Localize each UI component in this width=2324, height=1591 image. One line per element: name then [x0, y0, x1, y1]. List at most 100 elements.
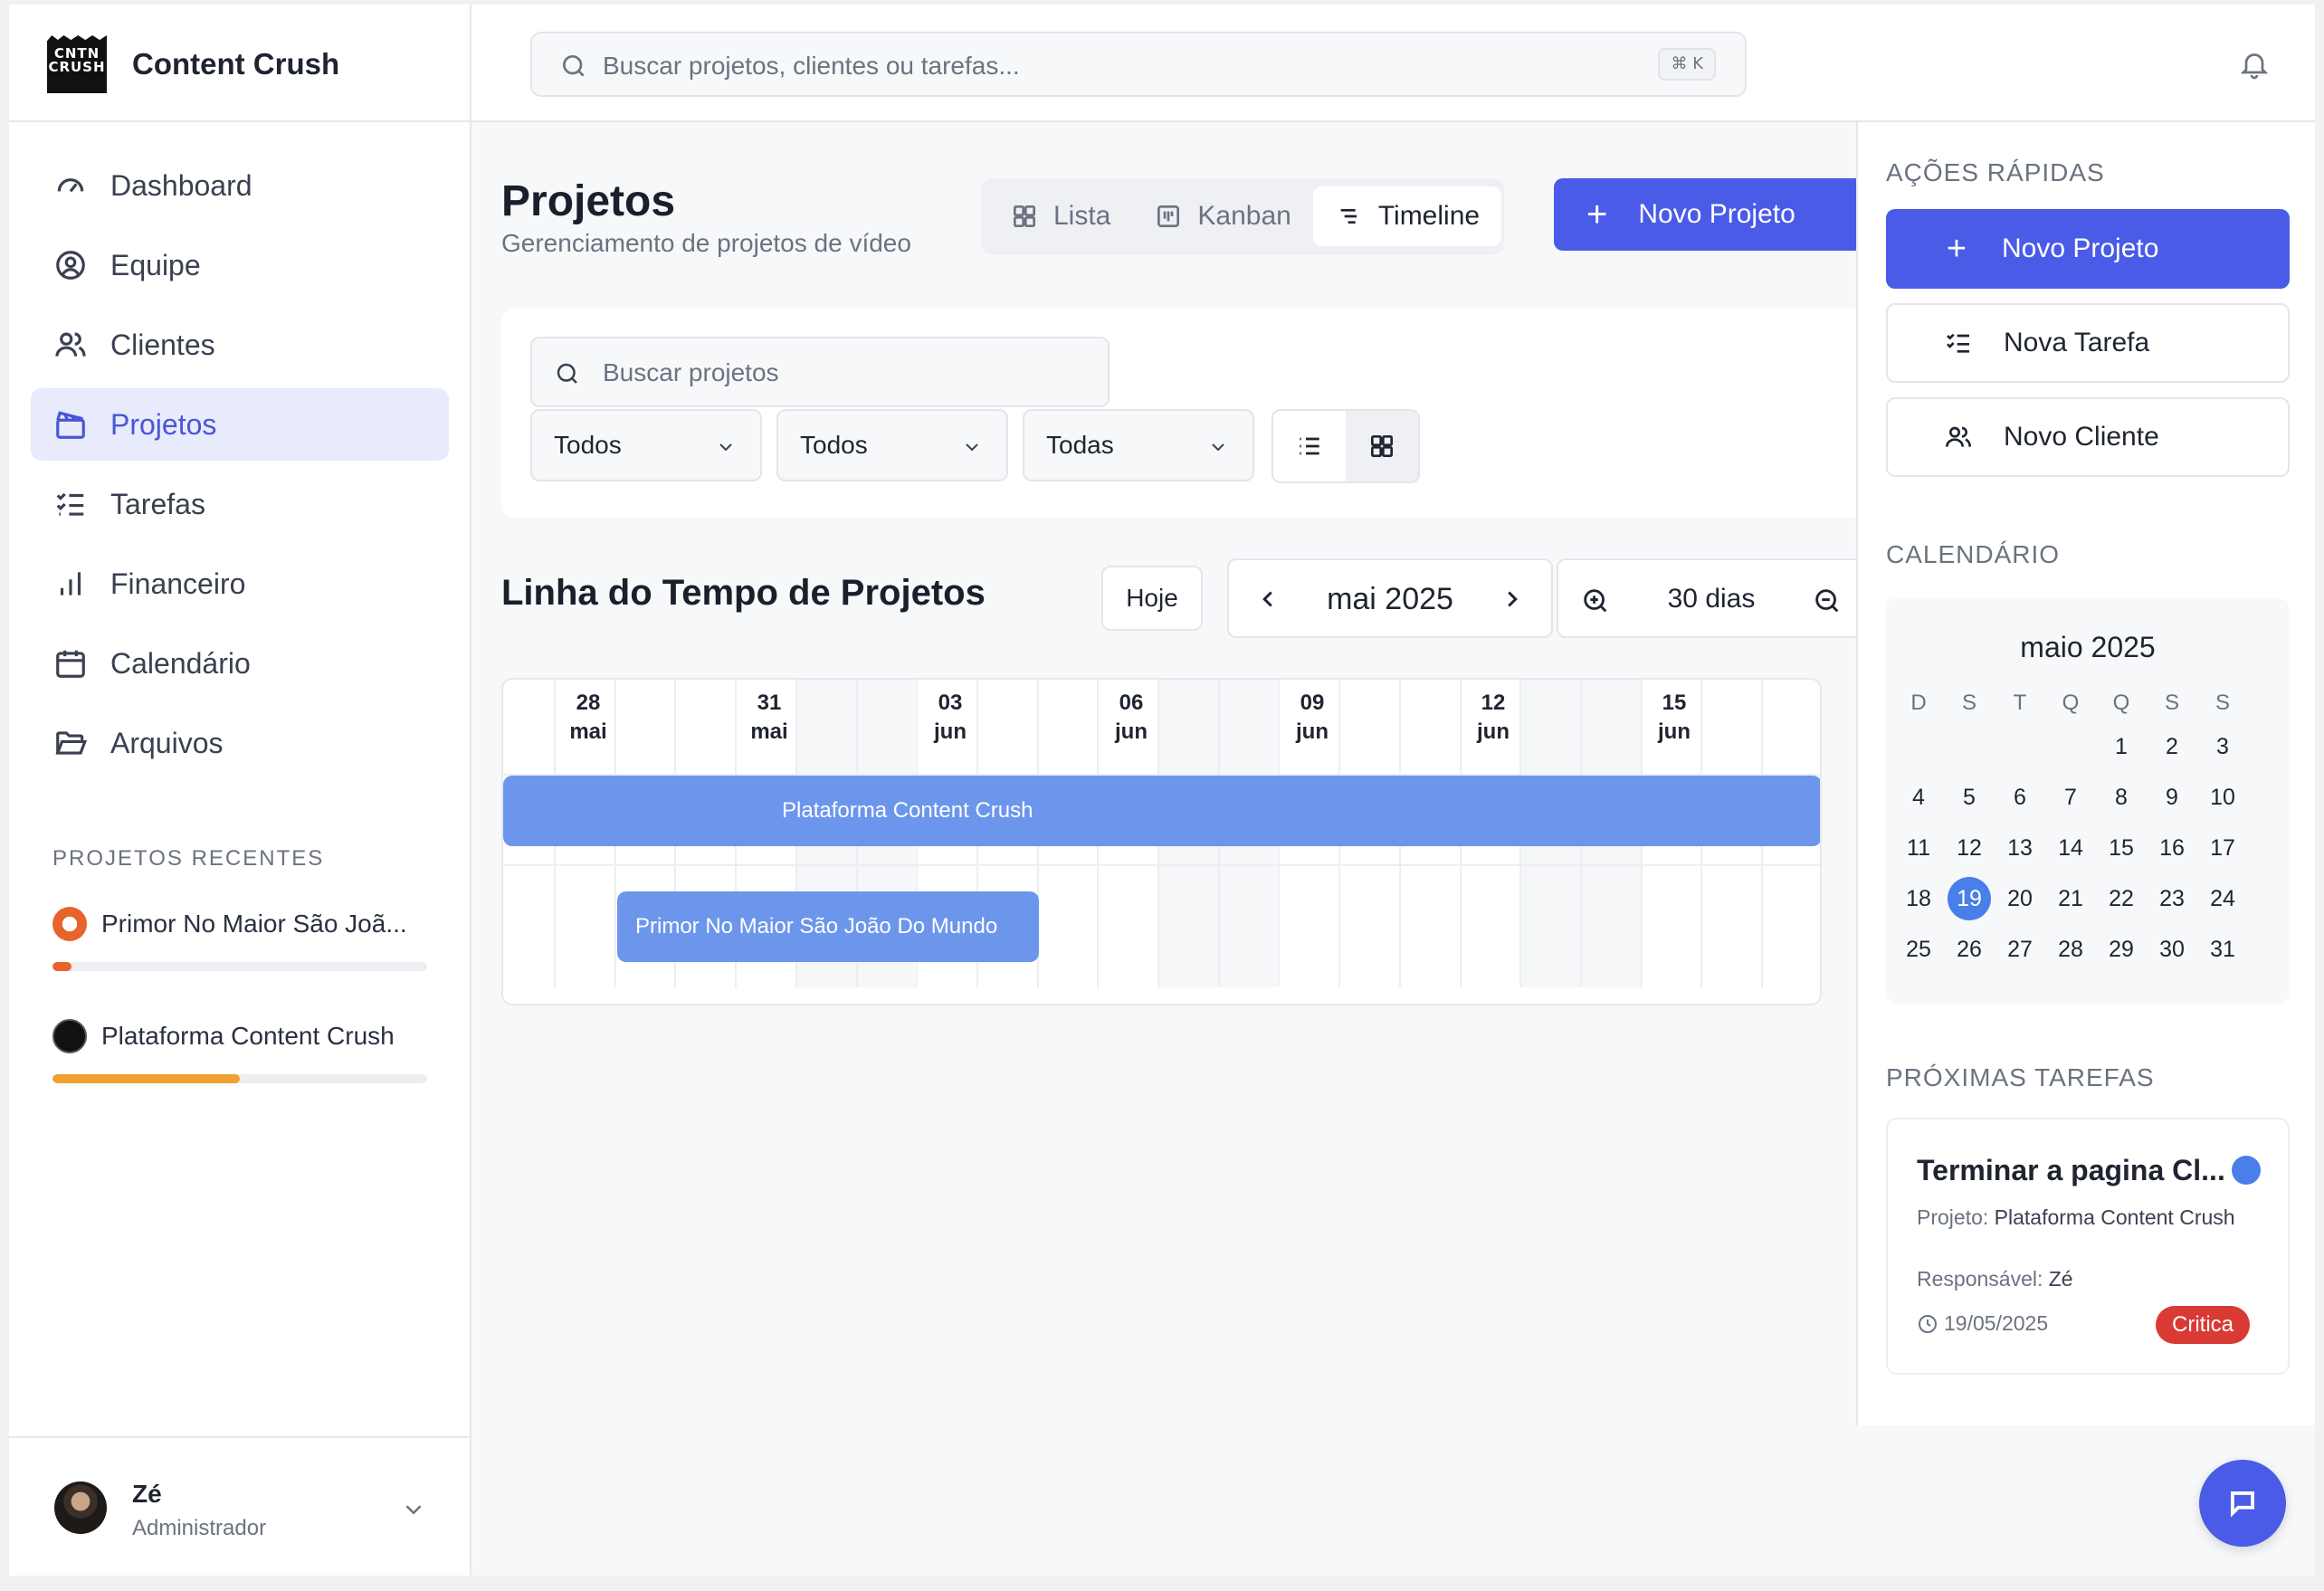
- task-card[interactable]: Terminar a pagina Cl... Projeto: Platafo…: [1886, 1118, 2290, 1375]
- shortcut-hint: ⌘ K: [1658, 48, 1716, 81]
- sidebar-item-financeiro[interactable]: Financeiro: [31, 548, 449, 620]
- weekday-label: Q: [2112, 691, 2130, 715]
- timeline-bar[interactable]: Plataforma Content Crush: [503, 776, 1820, 846]
- calendar-day[interactable]: 10: [2197, 772, 2248, 823]
- calendar-weekday-row: DSTQQSS: [1893, 685, 2273, 721]
- calendar-day[interactable]: 2: [2147, 721, 2197, 772]
- new-project-button[interactable]: + Novo Projeto: [1554, 178, 1865, 251]
- gauge-icon: [52, 167, 89, 204]
- search-input[interactable]: [603, 46, 1598, 86]
- weekday-label: Q: [2062, 691, 2080, 715]
- status-filter[interactable]: Todos: [530, 409, 762, 481]
- calendar-day-today[interactable]: 19: [1944, 873, 1995, 924]
- calendar-week-row: 18 19 20 21 22 23 24: [1893, 873, 2273, 924]
- quick-new-project-button[interactable]: + Novo Projeto: [1886, 209, 2290, 289]
- calendar-day[interactable]: 31: [2197, 924, 2248, 975]
- calendar-day[interactable]: 6: [1995, 772, 2045, 823]
- button-label: Novo Projeto: [1638, 199, 1795, 229]
- brand-logo[interactable]: CNTN CRUSH: [47, 35, 107, 93]
- chevron-down-icon: [966, 443, 978, 452]
- sidebar-item-dashboard[interactable]: Dashboard: [31, 149, 449, 222]
- calendar-day[interactable]: 11: [1893, 823, 1944, 873]
- sidebar-item-tarefas[interactable]: Tarefas: [31, 468, 449, 540]
- zoom-out-icon[interactable]: [1812, 586, 1843, 616]
- sidebar-item-calendario[interactable]: Calendário: [31, 627, 449, 700]
- tab-timeline[interactable]: Timeline: [1312, 186, 1502, 246]
- calendar-day[interactable]: 9: [2147, 772, 2197, 823]
- calendar-day[interactable]: 5: [1944, 772, 1995, 823]
- tab-kanban[interactable]: Kanban: [1132, 186, 1312, 246]
- calendar-day: [1944, 721, 1995, 772]
- bell-icon[interactable]: [2238, 48, 2271, 81]
- calendar-day[interactable]: 29: [2096, 924, 2147, 975]
- grid-icon: [1371, 435, 1393, 457]
- button-label: Nova Tarefa: [2004, 328, 2150, 357]
- project-search[interactable]: [530, 337, 1110, 407]
- sidebar-item-clientes[interactable]: Clientes: [31, 309, 449, 381]
- calendar-day[interactable]: 14: [2045, 823, 2096, 873]
- project-progress-bar: [52, 1074, 427, 1083]
- clapperboard-icon: [52, 406, 89, 443]
- chevron-down-icon: [719, 443, 732, 452]
- sidebar-item-arquivos[interactable]: Arquivos: [31, 707, 449, 779]
- timeline-bar[interactable]: Primor No Maior São João Do Mundo: [617, 891, 1039, 962]
- calendar-day[interactable]: 12: [1944, 823, 1995, 873]
- tab-label: Lista: [1053, 201, 1111, 231]
- calendar-day: [1995, 721, 2045, 772]
- user-profile[interactable]: Zé Administrador: [9, 1436, 470, 1576]
- client-filter[interactable]: Todos: [776, 409, 1008, 481]
- chat-button[interactable]: [2199, 1460, 2286, 1547]
- calendar-day[interactable]: 13: [1995, 823, 2045, 873]
- quick-new-task-button[interactable]: Nova Tarefa: [1886, 303, 2290, 383]
- weekday-label: T: [2013, 691, 2027, 715]
- chevron-down-icon: [1212, 443, 1224, 452]
- topbar: ⌘ K: [471, 5, 2315, 122]
- calendar-day[interactable]: 18: [1893, 873, 1944, 924]
- calendar-day[interactable]: 8: [2096, 772, 2147, 823]
- weekday-label: S: [2214, 691, 2230, 715]
- project-search-input[interactable]: [603, 353, 1073, 393]
- today-button[interactable]: Hoje: [1101, 566, 1203, 631]
- calendar-week-row: 25 26 27 28 29 30 31: [1893, 924, 2273, 975]
- tab-lista[interactable]: Lista: [988, 186, 1132, 246]
- calendar-day[interactable]: 24: [2197, 873, 2248, 924]
- project-avatar: [52, 1019, 87, 1053]
- calendar-day[interactable]: 30: [2147, 924, 2197, 975]
- calendar-day[interactable]: 28: [2045, 924, 2096, 975]
- calendar-day[interactable]: 7: [2045, 772, 2096, 823]
- date-header: 06 jun: [1115, 691, 1148, 744]
- calendar-day[interactable]: 1: [2096, 721, 2147, 772]
- button-label: Novo Cliente: [2004, 422, 2159, 452]
- user-circle-icon: [52, 247, 89, 283]
- calendar-day[interactable]: 23: [2147, 873, 2197, 924]
- calendar-day[interactable]: 16: [2147, 823, 2197, 873]
- global-search[interactable]: ⌘ K: [530, 32, 1747, 97]
- calendar-day[interactable]: 26: [1944, 924, 1995, 975]
- timeline-title: Linha do Tempo de Projetos: [501, 573, 986, 613]
- recent-project[interactable]: Primor No Maior São Joã...: [52, 906, 427, 971]
- calendar-day[interactable]: 17: [2197, 823, 2248, 873]
- calendar-day[interactable]: 4: [1893, 772, 1944, 823]
- calendar-day[interactable]: 3: [2197, 721, 2248, 772]
- calendar-day[interactable]: 22: [2096, 873, 2147, 924]
- list-layout-button[interactable]: [1273, 411, 1346, 481]
- page-title: Projetos: [501, 177, 676, 225]
- chevron-right-icon[interactable]: [1499, 586, 1526, 613]
- folder-icon: [52, 725, 89, 761]
- brand-header: CNTN CRUSH Content Crush: [9, 5, 470, 122]
- calendar-day[interactable]: 27: [1995, 924, 2045, 975]
- recent-project[interactable]: Plataforma Content Crush: [52, 1018, 427, 1083]
- calendar-day[interactable]: 15: [2096, 823, 2147, 873]
- sidebar-item-projetos[interactable]: Projetos: [31, 388, 449, 461]
- chevron-down-icon[interactable]: [400, 1496, 427, 1523]
- calendar-day[interactable]: 21: [2045, 873, 2096, 924]
- quick-new-client-button[interactable]: Novo Cliente: [1886, 397, 2290, 477]
- grid-layout-button[interactable]: [1346, 411, 1418, 481]
- bar-chart-icon: [52, 566, 89, 602]
- priority-filter[interactable]: Todas: [1023, 409, 1254, 481]
- date-header: 28 mai: [569, 691, 607, 744]
- sidebar-item-equipe[interactable]: Equipe: [31, 229, 449, 301]
- calendar-day[interactable]: 25: [1893, 924, 1944, 975]
- calendar-day[interactable]: 20: [1995, 873, 2045, 924]
- filter-panel: Todos Todos Todas: [501, 308, 1865, 518]
